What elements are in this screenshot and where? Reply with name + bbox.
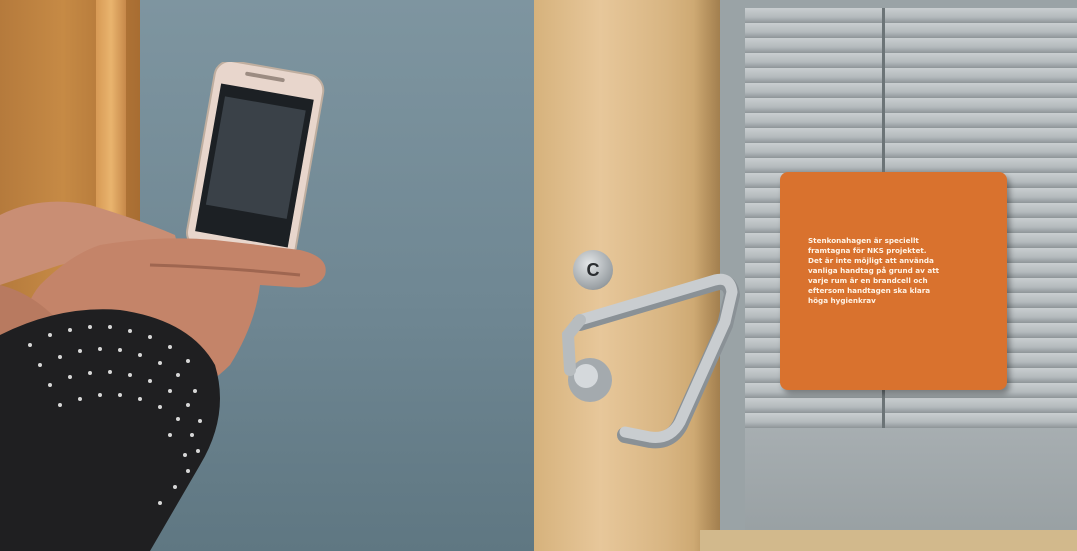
bottom-trim xyxy=(700,530,1077,551)
blind-slat xyxy=(745,143,1077,158)
beaded-sleeve xyxy=(0,309,220,551)
door-handle xyxy=(561,273,740,449)
sign-text: Stenkonahagen är speciellt framtagna för… xyxy=(808,236,940,305)
sleeve-fabric xyxy=(0,309,220,551)
blind-slat xyxy=(745,83,1077,98)
blind-slat xyxy=(745,8,1077,23)
blind-slat xyxy=(745,158,1077,173)
blind-slat xyxy=(745,23,1077,38)
blind-slat xyxy=(745,113,1077,128)
blind-slat xyxy=(745,68,1077,83)
handle-rose-highlight xyxy=(574,364,598,388)
blind-slat xyxy=(745,128,1077,143)
blind-slat xyxy=(745,413,1077,428)
blind-slat xyxy=(745,98,1077,113)
blind-slat xyxy=(745,398,1077,413)
blind-slat xyxy=(745,38,1077,53)
handle-bar xyxy=(574,273,738,443)
photo-scene: Stenkonahagen är speciellt framtagna för… xyxy=(0,0,1077,551)
blind-slat xyxy=(745,53,1077,68)
